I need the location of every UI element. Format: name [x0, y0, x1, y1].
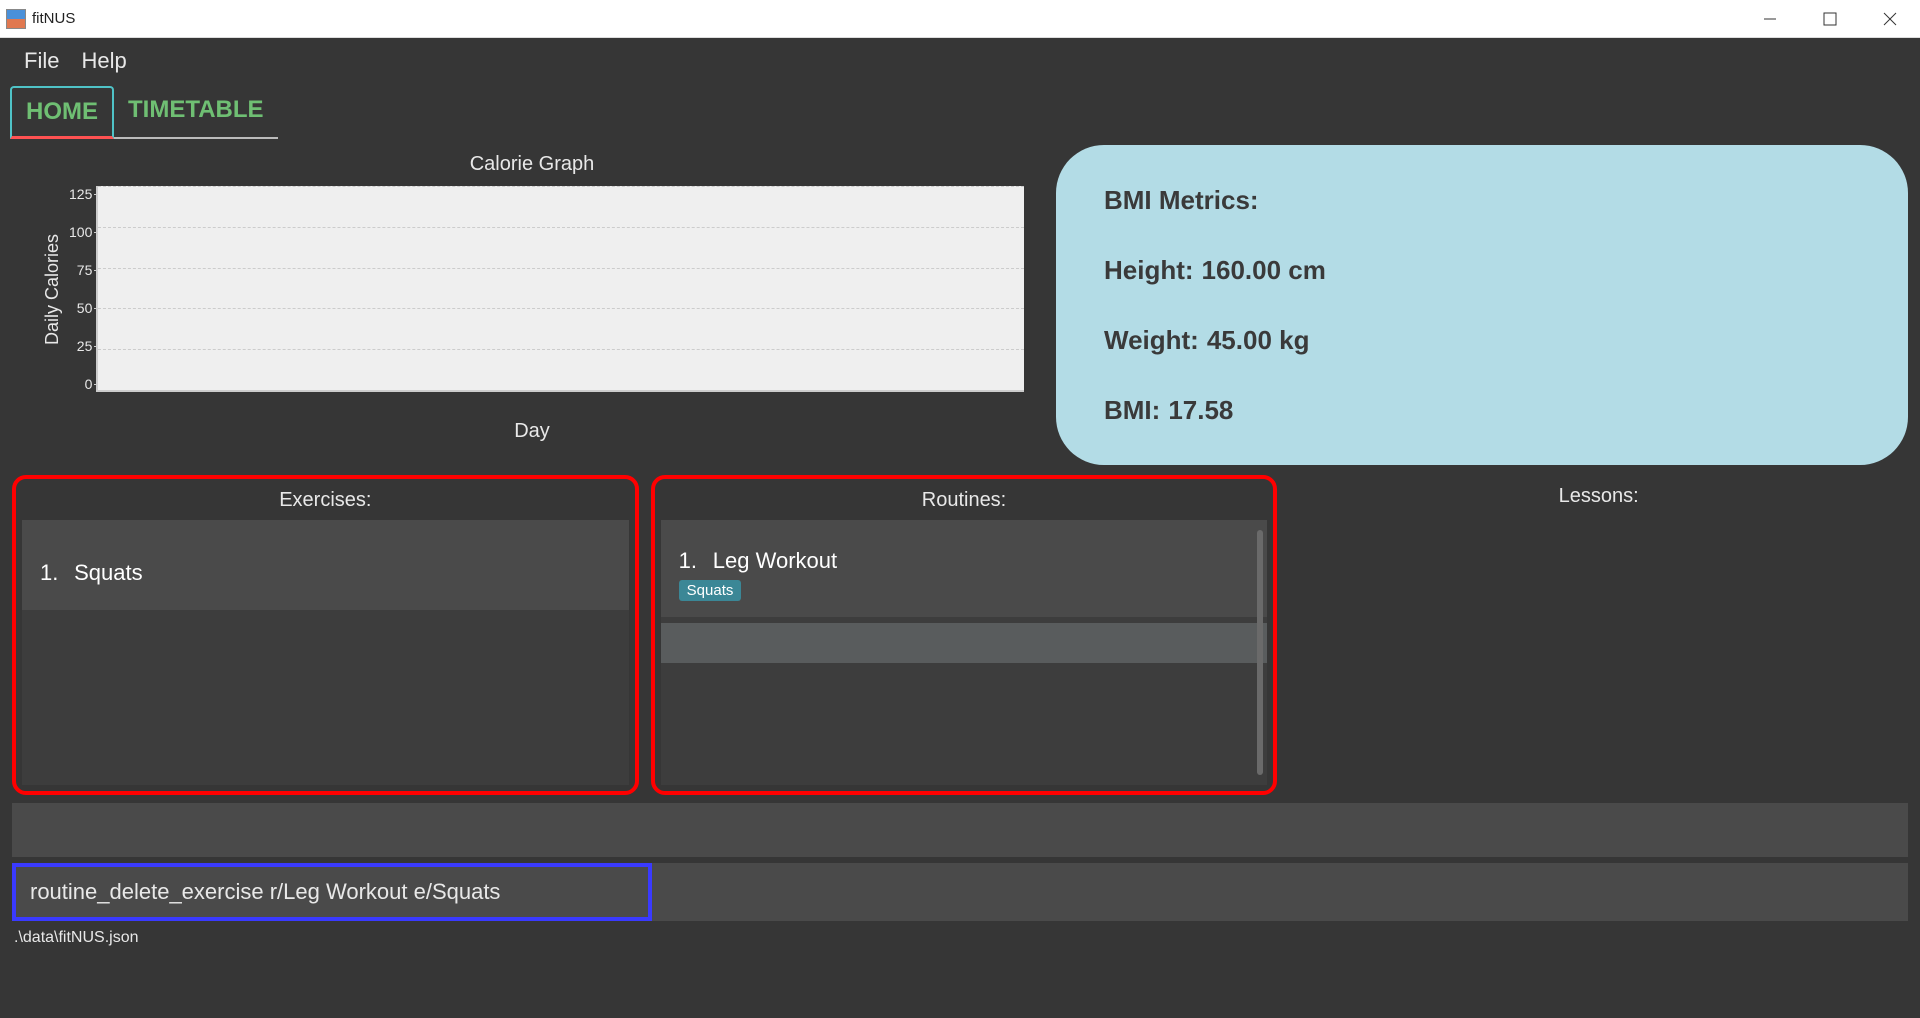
bmi-value-row: BMI: 17.58 [1104, 395, 1860, 426]
item-name: Squats [74, 560, 143, 585]
chart-y-axis: 125 100 75 50 25 0 [65, 186, 96, 392]
routine-item-title: 1. Leg Workout [679, 548, 1250, 574]
maximize-button[interactable] [1800, 0, 1860, 38]
chart-plot-area [96, 186, 1024, 392]
list-item[interactable]: 1. Leg Workout Squats [661, 520, 1268, 617]
routine-tag: Squats [679, 580, 742, 601]
chart-body: Daily Calories 125 100 75 50 25 0 [40, 186, 1024, 392]
routines-panel: Routines: 1. Leg Workout Squats [651, 475, 1278, 795]
menu-file[interactable]: File [24, 48, 59, 74]
bmi-height-value: 160.00 cm [1202, 255, 1326, 286]
exercises-list: 1. Squats [22, 520, 629, 785]
bmi-panel: BMI Metrics: Height: 160.00 cm Weight: 4… [1056, 145, 1908, 465]
tab-bar: HOME TIMETABLE [0, 86, 1920, 139]
window-controls [1740, 0, 1920, 38]
bmi-weight-value: 45.00 kg [1207, 325, 1310, 356]
title-bar: fitNUS [0, 0, 1920, 38]
close-icon [1883, 12, 1897, 26]
y-tick: 125 [69, 186, 92, 202]
chart-title: Calorie Graph [40, 153, 1024, 176]
routines-list: 1. Leg Workout Squats [661, 520, 1268, 785]
y-tick: 0 [85, 376, 93, 392]
lessons-title: Lessons: [1295, 481, 1902, 516]
item-name: Leg Workout [713, 548, 837, 573]
panels-row: Exercises: 1. Squats Routines: 1. [12, 475, 1908, 795]
command-row [12, 863, 1908, 921]
y-tick: 25 [77, 338, 93, 354]
bmi-label: BMI: [1104, 395, 1160, 426]
tab-home[interactable]: HOME [10, 86, 114, 139]
exercises-panel: Exercises: 1. Squats [12, 475, 639, 795]
minimize-icon [1763, 12, 1777, 26]
calorie-chart-panel: Calorie Graph Daily Calories 125 100 75 … [12, 145, 1024, 465]
minimize-button[interactable] [1740, 0, 1800, 38]
bmi-value: 17.58 [1168, 395, 1233, 426]
bmi-height-row: Height: 160.00 cm [1104, 255, 1860, 286]
y-tick: 100 [69, 224, 92, 240]
menu-bar: File Help [0, 38, 1920, 86]
lessons-list [1295, 516, 1902, 789]
y-tick: 75 [77, 262, 93, 278]
menu-help[interactable]: Help [81, 48, 126, 74]
list-item[interactable] [661, 623, 1268, 663]
status-bar: .\data\fitNUS.json [12, 921, 1908, 951]
chart-ylabel: Daily Calories [40, 186, 65, 392]
item-index: 1. [679, 548, 707, 574]
bmi-weight-label: Weight: [1104, 325, 1199, 356]
app-body: File Help HOME TIMETABLE Calorie Graph D… [0, 38, 1920, 1018]
maximize-icon [1823, 12, 1837, 26]
output-area [12, 803, 1908, 857]
command-input[interactable] [16, 867, 648, 917]
lessons-panel: Lessons: [1289, 475, 1908, 795]
chart-xlabel: Day [514, 420, 550, 443]
list-item[interactable]: 1. Squats [22, 520, 629, 610]
y-tick: 50 [77, 300, 93, 316]
close-button[interactable] [1860, 0, 1920, 38]
exercise-item-title: 1. Squats [40, 560, 611, 586]
item-index: 1. [40, 560, 68, 586]
content: Calorie Graph Daily Calories 125 100 75 … [0, 139, 1920, 1018]
scrollbar[interactable] [1257, 530, 1263, 775]
command-input-highlight [12, 863, 652, 921]
top-row: Calorie Graph Daily Calories 125 100 75 … [12, 145, 1908, 465]
title-left: fitNUS [6, 9, 75, 29]
routines-title: Routines: [661, 485, 1268, 520]
bmi-height-label: Height: [1104, 255, 1194, 286]
app-icon [6, 9, 26, 29]
window-title: fitNUS [32, 10, 75, 27]
bmi-weight-row: Weight: 45.00 kg [1104, 325, 1860, 356]
tab-timetable[interactable]: TIMETABLE [114, 86, 278, 139]
command-rest [652, 863, 1908, 921]
bmi-title: BMI Metrics: [1104, 185, 1860, 216]
exercises-title: Exercises: [22, 485, 629, 520]
